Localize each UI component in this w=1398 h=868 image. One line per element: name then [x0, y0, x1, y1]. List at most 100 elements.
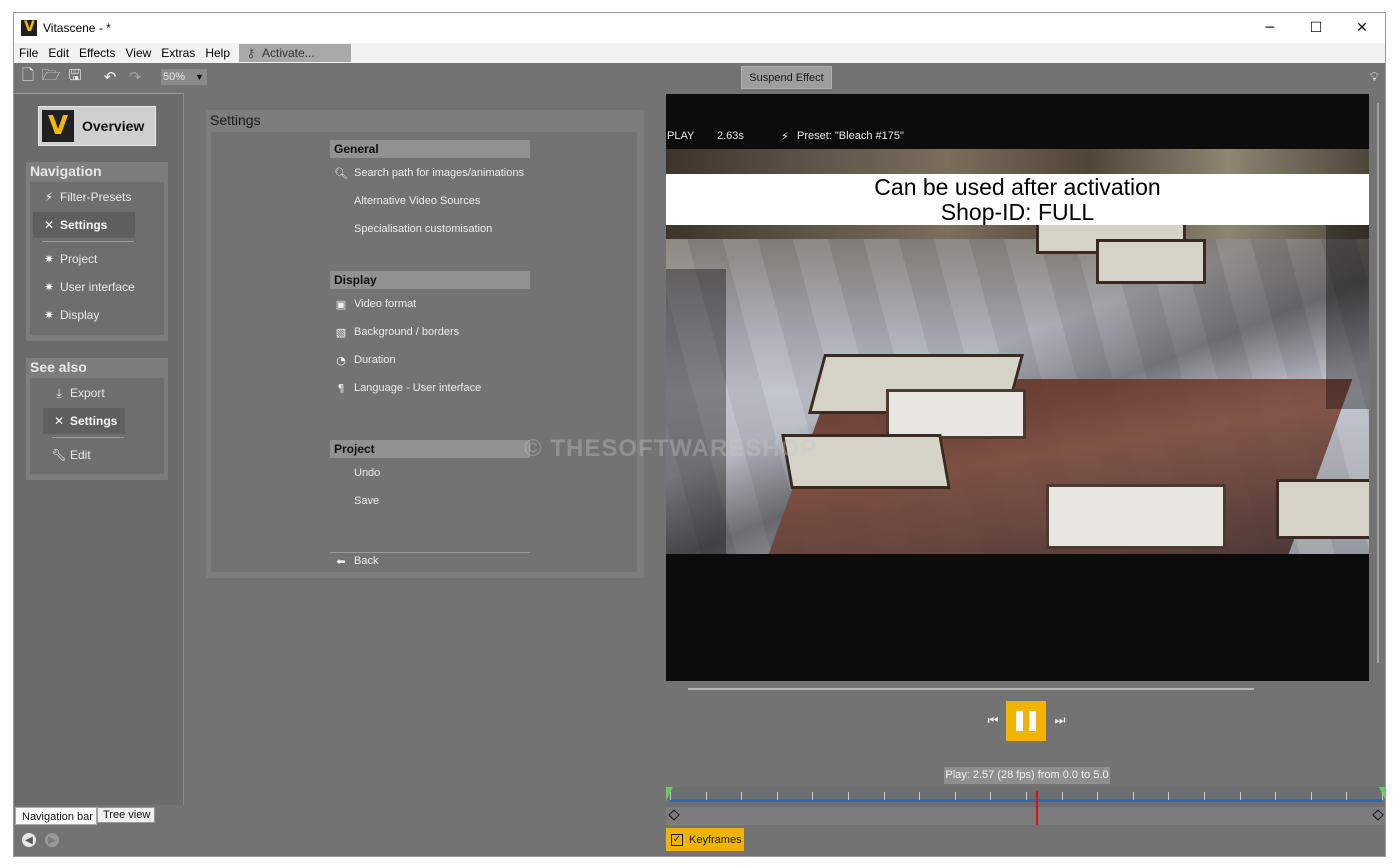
sidebar-item-export[interactable]: ⤓ Export — [52, 380, 152, 406]
lightning-icon: ⚡︎ — [781, 131, 789, 143]
overview-button[interactable]: V Overview — [38, 106, 156, 146]
keyframe-lane[interactable] — [666, 807, 1385, 825]
lightbulb-icon[interactable]: 💡︎ — [1370, 69, 1379, 85]
back-arrow-icon: ⬅ — [336, 554, 346, 568]
timeline-tick — [1061, 792, 1063, 800]
lightning-icon: ⚡︎ — [44, 190, 54, 204]
gear-icon: ✷ — [43, 308, 55, 322]
title-bar: Vitascene - * ─ ☐ ✕ — [14, 13, 1385, 43]
navigation-list: ⚡︎ Filter-Presets ✕ Settings ✷ Project ✷… — [30, 182, 164, 335]
activate-button[interactable]: ⚷ Activate... — [239, 44, 351, 62]
back-nav-icon[interactable]: ◀ — [22, 833, 36, 847]
sidebar-item-label: Export — [70, 386, 105, 400]
shop-id-text: Shop-ID: FULL — [940, 199, 1095, 225]
timeline-tick — [1097, 792, 1099, 800]
forward-nav-icon[interactable]: ▶ — [45, 833, 59, 847]
back-link[interactable]: ⬅ Back — [334, 552, 378, 570]
timeline-tick — [1310, 792, 1312, 800]
settings-item-duration[interactable]: ◔ Duration — [334, 351, 396, 369]
activate-label: Activate... — [262, 46, 315, 60]
playhead-cursor[interactable] — [1035, 791, 1038, 825]
sidebar-item-settings[interactable]: ✕ Settings — [33, 212, 135, 238]
timeline-tick — [1346, 792, 1348, 800]
sidebar-item-filter-presets[interactable]: ⚡︎ Filter-Presets — [42, 184, 152, 210]
timeline-tick — [776, 792, 778, 800]
gear-icon: ✷ — [43, 252, 55, 266]
timeline-tick — [848, 792, 849, 800]
tools-icon: ✕ — [43, 218, 55, 232]
menu-edit[interactable]: Edit — [43, 43, 74, 63]
new-file-icon[interactable]: 🗋 — [19, 66, 37, 86]
menu-bar: File Edit Effects View Extras Help ⚷ Act… — [14, 43, 1385, 63]
video-preview[interactable]: PLAY 2.63s ⚡︎ Preset: "Bleach #175" Can … — [666, 94, 1369, 681]
maximize-button[interactable]: ☐ — [1293, 13, 1339, 43]
playback-time: 2.63s — [717, 130, 744, 142]
timeline-tick — [1132, 792, 1134, 800]
sidebar-item-settings-see-also[interactable]: ✕ Settings — [43, 408, 125, 434]
undo-icon[interactable]: ↶ — [101, 68, 119, 86]
export-icon: ⤓ — [56, 385, 62, 400]
timeline-tick — [990, 792, 992, 800]
keyframes-toggle[interactable]: ✓ Keyframes — [666, 828, 744, 851]
settings-item-label: Search path for images/animations — [354, 167, 524, 179]
divider — [42, 241, 134, 242]
pause-button[interactable] — [1006, 701, 1046, 741]
chevron-down-icon[interactable]: ▼ — [195, 69, 204, 85]
settings-item-video-format[interactable]: ▣ Video format — [334, 295, 416, 313]
menu-view[interactable]: View — [121, 43, 157, 63]
see-also-list: ⤓ Export ✕ Settings 🔧︎ Edit — [30, 378, 164, 474]
save-icon[interactable]: 🖫 — [66, 66, 84, 86]
settings-item-save[interactable]: Save — [334, 492, 379, 510]
watermark: © THESOFTWARESHOP — [524, 435, 818, 462]
settings-item-label: Video format — [354, 298, 417, 310]
tools-icon: ✕ — [53, 414, 65, 428]
sidebar-item-label: Filter-Presets — [60, 190, 132, 204]
settings-item-label: Save — [354, 495, 380, 507]
horizontal-scrollbar[interactable] — [688, 688, 1254, 690]
tab-navigation-bar[interactable]: Navigation bar — [15, 807, 97, 825]
see-also-group: See also ⤓ Export ✕ Settings 🔧︎ Edit — [26, 358, 168, 480]
keyframes-checkbox[interactable]: ✓ — [671, 833, 683, 846]
sidebar-item-label: Settings — [70, 414, 118, 428]
clock-icon: ◔ — [336, 353, 346, 367]
timeline-tick — [1275, 792, 1277, 800]
close-button[interactable]: ✕ — [1339, 13, 1385, 43]
vertical-scrollbar[interactable] — [1377, 103, 1379, 663]
sidebar-item-edit[interactable]: 🔧︎ Edit — [51, 442, 152, 468]
timeline-tick — [954, 792, 956, 800]
vitascene-logo-icon: V — [42, 110, 74, 142]
skip-end-icon[interactable]: ⏭︎ — [1053, 713, 1067, 727]
sidebar-item-display[interactable]: ✷ Display — [42, 302, 152, 328]
settings-item-alternative-video-sources[interactable]: Alternative Video Sources — [334, 192, 480, 210]
menu-help[interactable]: Help — [200, 43, 235, 63]
settings-item-undo[interactable]: Undo — [334, 464, 380, 482]
menu-extras[interactable]: Extras — [156, 43, 200, 63]
timeline-tick — [670, 792, 671, 800]
tab-tree-view[interactable]: Tree view — [97, 807, 155, 823]
timeline[interactable] — [666, 787, 1385, 825]
minimize-button[interactable]: ─ — [1247, 13, 1293, 43]
open-folder-icon[interactable]: 🗁 — [42, 66, 61, 86]
settings-item-background-borders[interactable]: ▧ Background / borders — [334, 323, 459, 341]
section-header-project: Project — [330, 440, 530, 458]
settings-item-specialisation[interactable]: Specialisation customisation — [334, 220, 492, 238]
suspend-effect-button[interactable]: Suspend Effect — [741, 66, 832, 89]
sidebar-item-project[interactable]: ✷ Project — [42, 246, 152, 272]
activation-message: Can be used after activation — [874, 174, 1161, 200]
settings-item-language[interactable]: ¶ Language - User interface — [334, 379, 482, 397]
settings-item-search-path[interactable]: 🔍︎ Search path for images/animations — [334, 164, 524, 182]
overview-label: Overview — [82, 118, 145, 134]
wrench-icon: 🔧︎ — [51, 448, 67, 462]
redo-icon[interactable]: ↷ — [126, 68, 144, 86]
menu-effects[interactable]: Effects — [74, 43, 120, 63]
divider — [52, 437, 124, 438]
key-icon: ⚷ — [246, 46, 256, 60]
settings-item-label: Duration — [354, 354, 396, 366]
skip-start-icon[interactable]: ⏮︎ — [986, 713, 1000, 727]
navigation-group-title: Navigation — [30, 163, 102, 179]
background-icon: ▧ — [335, 325, 347, 339]
settings-item-label: Alternative Video Sources — [354, 195, 481, 207]
sidebar-item-user-interface[interactable]: ✷ User interface — [42, 274, 152, 300]
menu-file[interactable]: File — [14, 43, 43, 63]
section-header-general: General — [330, 140, 530, 158]
